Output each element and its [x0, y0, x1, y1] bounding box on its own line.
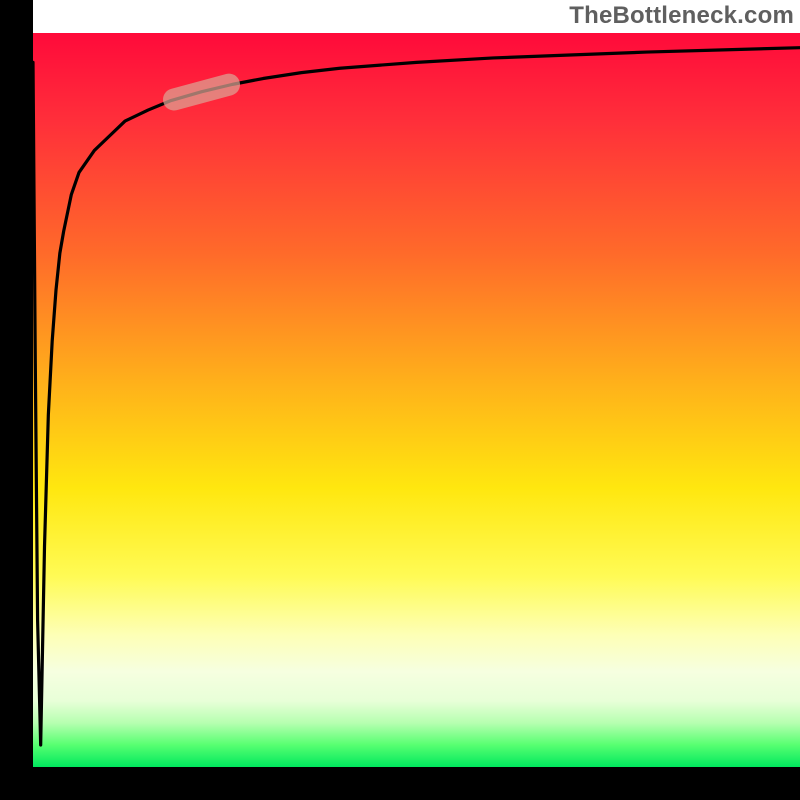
watermark-text: TheBottleneck.com	[569, 2, 794, 30]
bottleneck-curve	[33, 48, 800, 745]
plot-area	[33, 33, 800, 767]
chart-stage: TheBottleneck.com	[0, 0, 800, 800]
curve-layer	[33, 33, 800, 767]
